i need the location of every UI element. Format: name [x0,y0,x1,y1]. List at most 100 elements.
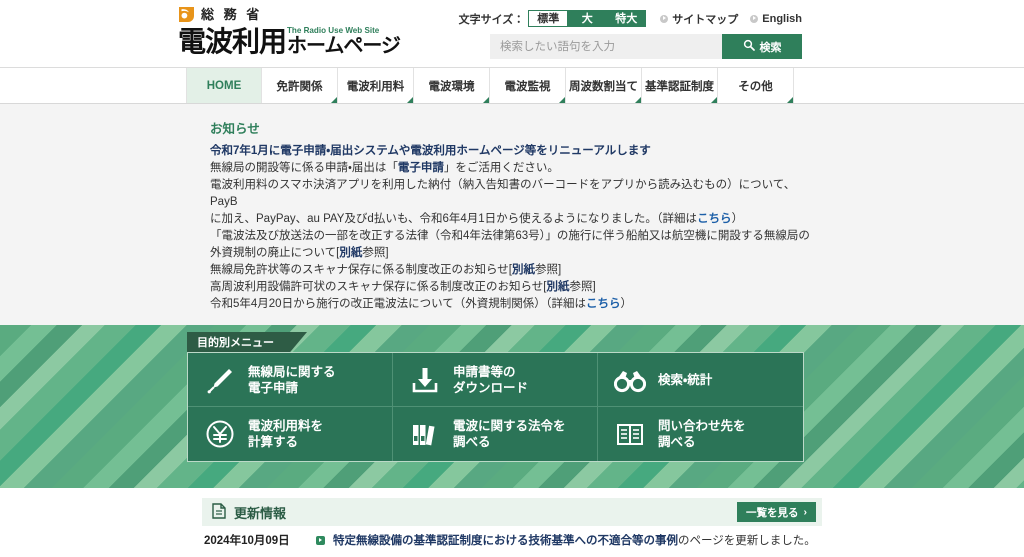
nav-item-usage-fee[interactable]: 電波利用料 [338,68,414,103]
notice-line: 高周波利用設備許可状のスキャナ保存に係る制度改正のお知らせ[別紙参照] [210,279,822,296]
nav-item-label: HOME [206,79,242,92]
search-button-label: 検索 [759,41,782,54]
site-title-english: The Radio Use Web Site [287,25,380,35]
fontsize-label: 文字サイズ： [458,13,525,26]
binoculars-icon [614,364,646,396]
fontsize-standard-button[interactable]: 標準 [528,10,569,27]
notice-section: お知らせ 令和7年1月に電子申請・届出システムや電波利用ホームページ等をリニュー… [202,118,822,313]
notice-line: 令和5年4月20日から施行の改正電波法について（外資規制関係）（詳細はこちら） [210,296,822,313]
notice-band: お知らせ 令和7年1月に電子申請・届出システムや電波利用ホームページ等をリニュー… [0,104,1024,325]
notice-line: 無線局の開設等に係る申請・届出は「電子申請」をご活用ください。 [210,160,822,177]
nav-item-monitoring[interactable]: 電波監視 [490,68,566,103]
notice-text: ） [731,213,744,225]
purpose-item-search-statistics[interactable]: 検索・統計 [598,353,803,407]
purpose-item-contact[interactable]: 問い合わせ先を 調べる [598,407,803,461]
books-icon [409,418,441,450]
update-link[interactable]: 特定無線設備の基準認証制度における技術基準への不適合等の事例 [333,535,678,547]
site-brand[interactable]: 総 務 省 電波利用 The Radio Use Web Site ホームページ [178,4,401,57]
nav-item-label: 電波利用料 [346,80,405,93]
notice-line: 外資規制の廃止について[別紙参照] [210,245,822,262]
notice-line: 「電波法及び放送法の一部を改正する法律（令和4年法律第63号）」の施行に伴う船舶… [210,228,822,245]
update-text: 特定無線設備の基準認証制度における技術基準への不適合等の事例のページを更新しまし… [333,532,822,557]
sitemap-link-label: サイトマップ [672,13,739,26]
main-navigation: HOME 免許関係 電波利用料 電波環境 電波監視 周波数割当て 基準認証制度 … [0,68,1024,104]
site-title-sub: ホームページ [287,35,401,57]
ministry-row: 総 務 省 [178,4,400,24]
notice-link[interactable]: 電子申請 [398,162,444,174]
site-search: 検索 [490,34,802,59]
nav-item-license[interactable]: 免許関係 [262,68,338,103]
nav-item-frequency-allocation[interactable]: 周波数割当て [566,68,642,103]
arrow-right-icon [660,14,669,23]
update-row[interactable]: 2024年10月09日 特定無線設備の基準認証制度における技術基準への不適合等の事… [202,532,822,557]
notice-line: に加え、PayPay、au PAY及びd払いも、令和6年4月1日から使えるように… [210,211,822,228]
updates-section: 更新情報 一覧を見る › 2024年10月09日 特定無線設備の基準認証制度におけ… [202,498,822,557]
nav-item-label: 基準認証制度 [645,80,714,93]
notice-text: 高周波利用設備許可状のスキャナ保存に係る制度改正のお知らせ[ [210,281,547,293]
chevron-right-icon: › [803,506,808,518]
ministry-name: 総 務 省 [201,6,263,22]
notice-text: に加え、PayPay、au PAY及びd払いも、令和6年4月1日から使えるように… [210,213,698,225]
notice-link[interactable]: こちら [697,213,732,225]
nav-item-label: 電波環境 [428,80,475,93]
purpose-item-label: 問い合わせ先を 調べる [658,419,746,449]
corner-marker-icon [635,97,641,103]
fontsize-xlarge-button[interactable]: 特大 [606,10,647,27]
purpose-item-label: 申請書等の ダウンロード [453,364,529,395]
notice-line: 令和7年1月に電子申請・届出システムや電波利用ホームページ等をリニューアルします [210,143,822,160]
purpose-item-online-application[interactable]: 無線局に関する 電子申請 [188,353,393,407]
english-link-label: English [762,12,802,25]
arrow-right-icon [750,14,759,23]
notice-text: 参照] [362,247,389,259]
purpose-item-calculate-fee[interactable]: 電波利用料を 計算する [188,407,393,461]
notice-link[interactable]: 別紙 [339,247,362,259]
purpose-item-label: 電波に関する法令を 調べる [453,419,566,449]
search-button[interactable]: 検索 [722,34,802,59]
updates-header: 更新情報 一覧を見る › [202,498,822,526]
bullet-arrow-icon [316,536,325,545]
corner-marker-icon [331,97,337,103]
nav-item-environment[interactable]: 電波環境 [414,68,490,103]
updates-list: 2024年10月09日 特定無線設備の基準認証制度における技術基準への不適合等の事… [202,526,822,557]
notice-link[interactable]: 別紙 [512,264,535,276]
english-link[interactable]: English [750,13,802,25]
sitemap-link[interactable]: サイトマップ [660,11,738,27]
corner-marker-icon [787,97,793,103]
notice-text: 令和7年1月に電子申請・届出システムや電波利用ホームページ等をリニューアルします [210,145,651,157]
corner-marker-icon [711,97,717,103]
search-icon [743,39,755,54]
header-utilities: 文字サイズ： 標準 大 特大 サイトマップ English [459,10,802,27]
purpose-item-download-forms[interactable]: 申請書等の ダウンロード [393,353,598,407]
ministry-emblem-icon [178,6,195,23]
notice-title: お知らせ [210,122,260,136]
purpose-menu-band: 目的別メニュー 無線局に関する 電子申請 申請書等の ダウンロード 検索・統計 … [0,325,1024,488]
fontsize-large-button[interactable]: 大 [567,10,608,27]
purpose-item-label: 電波利用料を 計算する [248,419,324,449]
notice-link[interactable]: こちら [586,298,621,310]
notice-text: ） [620,298,632,310]
document-icon [212,502,226,522]
notice-text: 「電波法及び放送法の一部を改正する法律（令和4年法律第63号）」の施行に伴う船舶… [210,230,810,242]
nav-item-home[interactable]: HOME [186,68,262,103]
see-all-updates-button[interactable]: 一覧を見る › [737,502,816,522]
purpose-menu-grid: 無線局に関する 電子申請 申請書等の ダウンロード 検索・統計 電波利用料を 計… [187,352,804,462]
yen-circle-icon [204,418,236,450]
purpose-menu-tab-label: 目的別メニュー [187,332,307,352]
search-input[interactable] [490,34,722,59]
update-date: 2024年10月09日 [204,535,290,547]
updates-title: 更新情報 [234,505,287,521]
nav-item-certification[interactable]: 基準認証制度 [642,68,718,103]
corner-marker-icon [407,97,413,103]
corner-marker-icon [483,97,489,103]
notice-text: 外資規制の廃止について[ [210,247,340,259]
nav-item-label: 免許関係 [276,80,323,93]
notice-link[interactable]: 別紙 [546,281,569,293]
purpose-item-laws[interactable]: 電波に関する法令を 調べる [393,407,598,461]
nav-item-other[interactable]: その他 [718,68,794,103]
site-header: 総 務 省 電波利用 The Radio Use Web Site ホームページ… [0,0,1024,68]
utility-links: サイトマップ English [660,11,802,27]
notice-text: 無線局免許状等のスキャナ保存に係る制度改正のお知らせ[ [210,264,512,276]
nav-item-label: 電波監視 [504,80,551,93]
purpose-item-label: 検索・統計 [658,372,713,387]
purpose-item-label: 無線局に関する 電子申請 [248,364,336,395]
